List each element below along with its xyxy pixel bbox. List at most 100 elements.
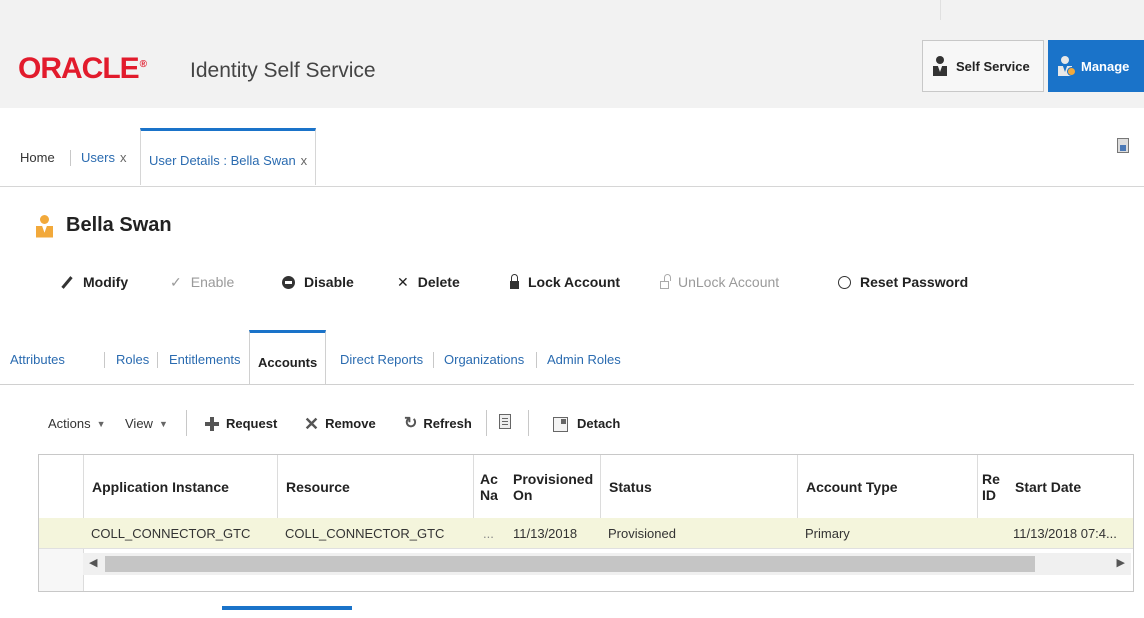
app-header: ORACLE® Identity Self Service Self Servi… xyxy=(0,0,1144,108)
column-start-date[interactable]: Start Date xyxy=(1007,455,1133,518)
tab-roles[interactable]: Roles xyxy=(116,350,149,370)
close-icon[interactable]: x xyxy=(301,153,308,168)
detach-label: Detach xyxy=(577,416,621,431)
remove-button[interactable]: ✕ Remove xyxy=(304,414,376,434)
column-status[interactable]: Status xyxy=(600,455,797,518)
modify-button[interactable]: Modify xyxy=(60,272,128,292)
table-row[interactable]: COLL_CONNECTOR_GTC COLL_CONNECTOR_GTC ..… xyxy=(39,518,1133,549)
reset-label: Reset Password xyxy=(860,274,969,290)
scroll-left-icon[interactable]: ◀ xyxy=(89,556,97,569)
tab-separator xyxy=(433,352,434,368)
refresh-icon: ↻ xyxy=(404,415,418,432)
dropdown-icon: ▼ xyxy=(96,419,106,429)
delete-button[interactable]: ✕ Delete xyxy=(397,272,460,292)
actions-label: Actions xyxy=(48,416,91,431)
product-title: Identity Self Service xyxy=(190,59,376,82)
column-resource[interactable]: Resource xyxy=(277,455,473,518)
detach-icon xyxy=(553,416,568,432)
actions-menu[interactable]: Actions ▼ xyxy=(48,414,106,434)
check-icon: ✓ xyxy=(170,274,182,290)
cell-account-name: ... xyxy=(483,525,494,541)
cell-resource: COLL_CONNECTOR_GTC xyxy=(285,525,445,541)
person-icon xyxy=(933,56,947,76)
manage-button[interactable]: Manage xyxy=(1048,40,1144,92)
bottom-tab-indicator xyxy=(222,606,352,610)
tab-separator xyxy=(157,352,158,368)
user-icon xyxy=(36,214,53,238)
tab-user-details-label: User Details : Bella Swan xyxy=(149,153,296,168)
tab-user-details[interactable]: User Details : Bella Swan x xyxy=(140,128,317,185)
export-icon xyxy=(499,414,511,429)
column-provisioned-on[interactable]: Provisioned On xyxy=(513,455,600,518)
unlock-account-button[interactable]: UnLock Account xyxy=(660,272,779,292)
export-button[interactable] xyxy=(499,414,511,429)
tab-users-label: Users xyxy=(81,150,115,165)
cell-status: Provisioned xyxy=(608,525,676,541)
lock-icon xyxy=(510,274,519,289)
table-header: Application Instance Resource Ac Na Provi… xyxy=(39,455,1133,519)
reset-password-button[interactable]: Reset Password xyxy=(838,272,968,292)
accounts-table: Application Instance Resource Ac Na Provi… xyxy=(38,454,1134,592)
self-service-button[interactable]: Self Service xyxy=(922,40,1044,92)
view-menu[interactable]: View ▼ xyxy=(125,414,168,434)
user-name: Bella Swan xyxy=(66,214,172,236)
scrollbar-thumb[interactable] xyxy=(105,556,1035,572)
modify-label: Modify xyxy=(83,274,129,290)
tab-entitlements[interactable]: Entitlements xyxy=(169,350,241,370)
request-button[interactable]: Request xyxy=(205,414,277,434)
request-label: Request xyxy=(226,416,278,431)
column-account-name-line1: Ac xyxy=(480,470,498,487)
column-request-id-line2: ID xyxy=(982,486,996,503)
header-divider xyxy=(940,0,941,20)
unlock-label: UnLock Account xyxy=(678,274,780,290)
manage-label: Manage xyxy=(1081,58,1130,74)
tab-direct-reports[interactable]: Direct Reports xyxy=(340,350,423,370)
tab-separator xyxy=(104,352,105,368)
scroll-right-icon[interactable]: ▶ xyxy=(1117,556,1125,569)
tab-home[interactable]: Home xyxy=(20,148,55,168)
cell-account-type: Primary xyxy=(805,525,850,541)
tab-admin-roles[interactable]: Admin Roles xyxy=(547,350,621,370)
manage-person-icon xyxy=(1058,56,1076,76)
refresh-button[interactable]: ↻ Refresh xyxy=(404,414,472,434)
pencil-icon xyxy=(61,275,73,289)
oracle-logo: ORACLE® xyxy=(18,52,147,85)
disable-label: Disable xyxy=(304,274,354,290)
close-icon[interactable]: x xyxy=(120,150,127,165)
column-request-id-line1: Re xyxy=(982,470,1000,487)
toolbar-separator xyxy=(186,410,187,436)
tab-users[interactable]: Users x xyxy=(81,148,126,168)
tab-attributes[interactable]: Attributes xyxy=(10,350,65,370)
unlock-icon xyxy=(660,274,671,289)
close-icon: ✕ xyxy=(304,414,320,434)
column-account-name-line2: Na xyxy=(480,486,498,503)
cell-start-date: 11/13/2018 07:4... xyxy=(1013,525,1117,541)
detach-button[interactable]: Detach xyxy=(553,414,620,434)
plus-icon xyxy=(205,417,219,431)
close-icon: ✕ xyxy=(397,274,409,290)
horizontal-scrollbar[interactable]: ◀ ▶ xyxy=(83,553,1131,575)
tab-organizations[interactable]: Organizations xyxy=(444,350,524,370)
column-account-name[interactable]: Ac Na xyxy=(473,455,513,518)
column-provisioned-line1: Provisioned xyxy=(513,470,594,487)
column-request-id[interactable]: Re ID xyxy=(977,455,1011,518)
refresh-label: Refresh xyxy=(423,416,472,431)
cell-provisioned-on: 11/13/2018 xyxy=(513,525,578,541)
cell-application-instance: COLL_CONNECTOR_GTC xyxy=(91,525,251,541)
column-application-instance[interactable]: Application Instance xyxy=(83,455,277,518)
toolbar-separator xyxy=(486,410,487,436)
enable-label: Enable xyxy=(190,274,235,290)
user-heading: Bella Swan xyxy=(36,214,172,238)
view-label: View xyxy=(125,416,153,431)
enable-button[interactable]: ✓ Enable xyxy=(170,272,234,292)
disable-icon xyxy=(282,275,295,289)
toolbar-separator xyxy=(528,410,529,436)
detach-page-icon[interactable] xyxy=(1117,138,1129,153)
lock-account-button[interactable]: Lock Account xyxy=(510,272,620,292)
tab-accounts[interactable]: Accounts xyxy=(249,330,327,384)
reset-icon xyxy=(838,275,851,289)
disable-button[interactable]: Disable xyxy=(282,272,354,292)
column-account-type[interactable]: Account Type xyxy=(797,455,977,518)
detail-tabs: Attributes Roles Entitlements Accounts D… xyxy=(0,330,1134,385)
tab-separator xyxy=(70,150,71,166)
